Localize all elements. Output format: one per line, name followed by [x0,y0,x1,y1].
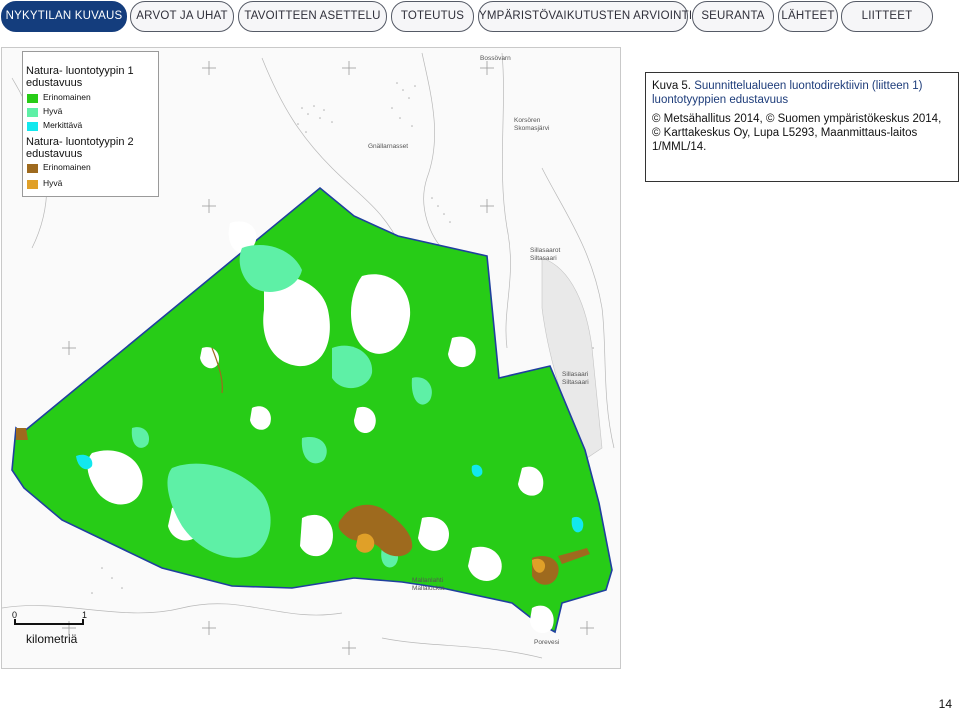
tab-seuranta[interactable]: SEURANTA [692,1,774,32]
svg-text:Korsören: Korsören [514,117,541,124]
legend-swatch-type2-excellent [27,164,38,173]
caption-label: Kuva 5. [652,80,691,92]
caption-text: Suunnittelualueen luontodirektiivin (lii… [652,80,923,106]
svg-text:Sillasaari: Sillasaari [562,371,588,378]
scale-bar: 0 1 kilometriä [12,610,98,646]
scale-line [14,623,84,625]
scale-tick-right [82,619,84,625]
legend-label-type2-good: Hyvä [43,178,63,188]
page-number: 14 [938,697,952,711]
protected-area-polygon [11,186,613,634]
legend-group1-title: Natura- luontotyypin 1 edustavuus [26,65,134,89]
svg-text:Bossövarn: Bossövarn [480,55,511,62]
legend-swatch-type2-good [27,180,38,189]
legend-label-type1-significant: Merkittävä [43,120,83,130]
caption-copyright: © Metsähallitus 2014, © Suomen ympäristö… [652,113,942,153]
tab-ymparistovaikutusten-arviointi[interactable]: YMPÄRISTÖVAIKUTUSTEN ARVIOINTI [478,1,692,32]
legend-label-type1-good: Hyvä [43,106,63,116]
svg-text:Siltasaari: Siltasaari [530,255,557,262]
legend-label-type2-excellent: Erinomainen [43,162,91,172]
figure-caption: Kuva 5. Suunnittelualueen luontodirektii… [645,72,959,182]
svg-text:Siltasaari: Siltasaari [562,379,589,386]
tab-tavoitteen-asettelu[interactable]: TAVOITTEEN ASETTELU [238,1,387,32]
legend-swatch-type1-good [27,108,38,117]
scale-unit-label: kilometriä [26,632,78,646]
svg-text:Gnällarnasset: Gnällarnasset [368,143,408,150]
scale-tick-left [14,619,16,625]
legend-swatch-type1-excellent [27,94,38,103]
legend-swatch-type1-significant [27,122,38,131]
tab-nykytilan-kuvaus[interactable]: NYKYTILAN KUVAUS [1,1,127,32]
tab-toteutus[interactable]: TOTEUTUS [391,1,474,32]
tab-lahteet[interactable]: LÄHTEET [778,1,838,32]
legend-group2-title: Natura- luontotyypin 2 edustavuus [26,136,134,160]
svg-text:Mallaluckta: Mallaluckta [412,585,445,592]
top-navigation: NYKYTILAN KUVAUS ARVOT JA UHAT TAVOITTEEN … [0,0,960,33]
svg-text:Sillasaarot: Sillasaarot [530,247,561,254]
svg-text:Porevesi: Porevesi [534,639,559,646]
tab-arvot-ja-uhat[interactable]: ARVOT JA UHAT [130,1,234,32]
map-legend: Natura- luontotyypin 1 edustavuus Erinom… [22,51,159,197]
legend-label-type1-excellent: Erinomainen [43,92,91,102]
svg-text:Skomasjärvi: Skomasjärvi [514,125,549,132]
tab-liitteet[interactable]: LIITTEET [841,1,933,32]
svg-text:Mallanlahti: Mallanlahti [412,577,443,584]
